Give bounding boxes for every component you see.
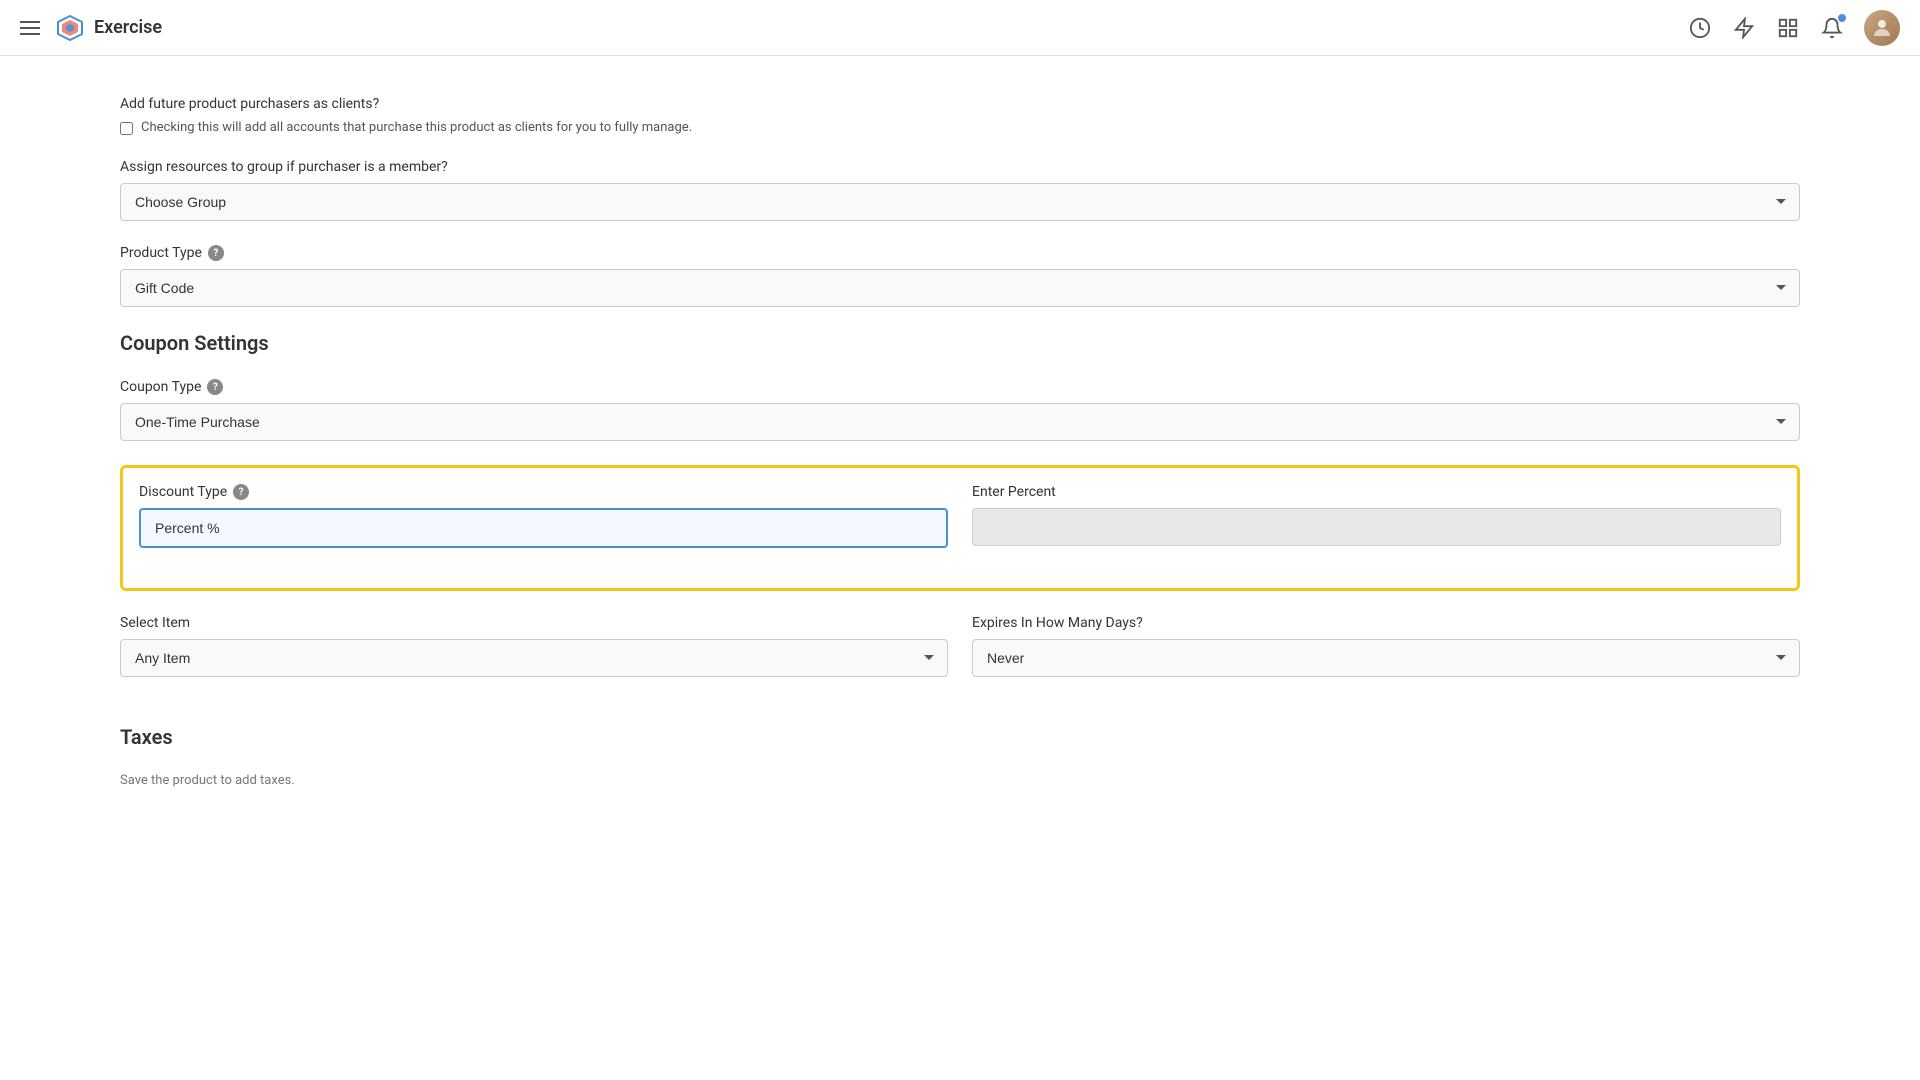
future-purchasers-checkbox[interactable] <box>120 122 133 135</box>
select-item-section: Select Item Any Item Specific Item <box>120 615 948 677</box>
menu-button[interactable] <box>20 21 40 35</box>
coupon-type-help-icon[interactable]: ? <box>207 379 223 395</box>
future-purchasers-label: Add future product purchasers as clients… <box>120 96 1800 112</box>
product-type-label: Product Type ? <box>120 245 1800 261</box>
discount-highlight-box: Discount Type ? Percent % Fixed Amount F… <box>120 465 1800 591</box>
enter-percent-input[interactable] <box>972 508 1781 546</box>
discount-row: Discount Type ? Percent % Fixed Amount F… <box>139 484 1781 572</box>
assign-resources-label: Assign resources to group if purchaser i… <box>120 159 1800 175</box>
logo-icon <box>56 14 84 42</box>
coupon-type-select[interactable]: One-Time Purchase Recurring One Per Cust… <box>120 403 1800 441</box>
assign-resources-section: Assign resources to group if purchaser i… <box>120 159 1800 221</box>
notification-badge <box>1838 14 1846 22</box>
product-type-section: Product Type ? Gift Code <box>120 245 1800 307</box>
select-item-label: Select Item <box>120 615 948 631</box>
main-content: Add future product purchasers as clients… <box>0 56 1920 1080</box>
taxes-description: Save the product to add taxes. <box>120 773 1800 788</box>
item-expires-row: Select Item Any Item Specific Item Expir… <box>120 615 1800 701</box>
enter-percent-label: Enter Percent <box>972 484 1781 500</box>
history-icon[interactable] <box>1688 16 1712 40</box>
content-area: Add future product purchasers as clients… <box>0 56 1920 1080</box>
user-avatar[interactable] <box>1864 10 1900 46</box>
discount-type-help-icon[interactable]: ? <box>233 484 249 500</box>
future-purchasers-section: Add future product purchasers as clients… <box>120 96 1800 135</box>
discount-type-section: Discount Type ? Percent % Fixed Amount F… <box>139 484 948 548</box>
top-navigation: Exercise <box>0 0 1920 56</box>
product-type-help-icon[interactable]: ? <box>208 245 224 261</box>
grid-icon[interactable] <box>1776 16 1800 40</box>
future-purchasers-description: Checking this will add all accounts that… <box>141 120 692 135</box>
expires-section: Expires In How Many Days? Never 30 days … <box>972 615 1800 677</box>
enter-percent-section: Enter Percent <box>972 484 1781 548</box>
avatar-image <box>1864 10 1900 46</box>
product-type-select[interactable]: Gift Code <box>120 269 1800 307</box>
nav-icons <box>1688 10 1900 46</box>
coupon-type-section: Coupon Type ? One-Time Purchase Recurrin… <box>120 379 1800 441</box>
bell-icon[interactable] <box>1820 16 1844 40</box>
discount-type-label: Discount Type ? <box>139 484 948 500</box>
expires-select[interactable]: Never 30 days 60 days 90 days <box>972 639 1800 677</box>
choose-group-select[interactable]: Choose Group <box>120 183 1800 221</box>
coupon-settings-title: Coupon Settings <box>120 331 1800 355</box>
future-purchasers-checkbox-row: Checking this will add all accounts that… <box>120 120 1800 135</box>
expires-label: Expires In How Many Days? <box>972 615 1800 631</box>
app-title: Exercise <box>94 17 162 38</box>
discount-type-select[interactable]: Percent % Fixed Amount Free <box>139 508 948 548</box>
taxes-title: Taxes <box>120 725 1800 749</box>
app-logo: Exercise <box>56 14 162 42</box>
lightning-icon[interactable] <box>1732 16 1756 40</box>
coupon-type-label: Coupon Type ? <box>120 379 1800 395</box>
select-item-select[interactable]: Any Item Specific Item <box>120 639 948 677</box>
